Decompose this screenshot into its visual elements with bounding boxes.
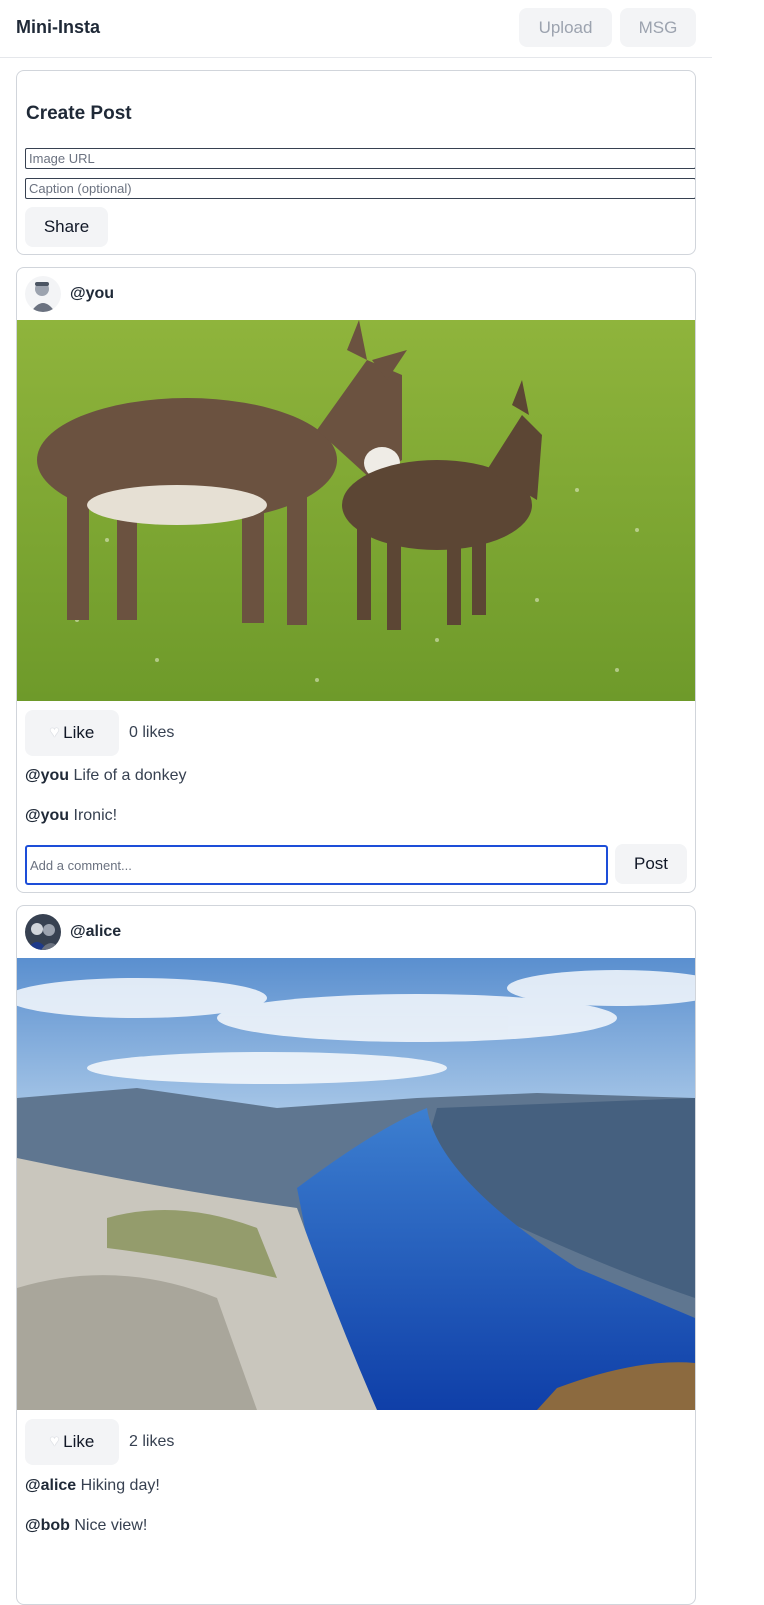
post-card: @alice ♥ Like 2 likes @alice Hiking day!… [16,905,696,1605]
comment: @you Life of a donkey [25,767,186,785]
comment-author[interactable]: @you [25,807,69,824]
caption-input[interactable]: Caption (optional) [25,178,695,199]
top-bar: Mini-Insta Upload MSG [0,0,712,58]
like-button[interactable]: ♥ Like [25,710,119,756]
create-post-card: Create Post Image URL Caption (optional)… [16,70,696,255]
likes-count: 2 likes [129,1433,175,1450]
comment-input[interactable]: Add a comment... [25,845,608,885]
comment-author[interactable]: @alice [25,1477,76,1494]
upload-button[interactable]: Upload [519,8,612,47]
comment-text: Nice view! [74,1517,148,1534]
user-avatar-icon[interactable] [25,914,61,950]
donkey-photo[interactable] [17,320,695,701]
comment-author[interactable]: @bob [25,1517,70,1534]
image-url-input[interactable]: Image URL [25,148,695,169]
comment-text: Life of a donkey [73,767,187,784]
post-comment-button[interactable]: Post [615,844,687,884]
post-username[interactable]: @alice [70,923,121,941]
heart-icon: ♥ [49,1433,60,1450]
post-actions: ♥ Like 0 likes [25,710,174,756]
user-avatar-icon[interactable] [25,276,61,312]
like-label: Like [63,1432,95,1451]
app-title: Mini-Insta [16,17,100,37]
post-actions: ♥ Like 2 likes [25,1419,174,1465]
comment: @alice Hiking day! [25,1477,160,1495]
comment-text: Ironic! [73,807,118,824]
post-username[interactable]: @you [70,285,114,303]
post-header: @alice [25,914,121,950]
comment-author[interactable]: @you [25,767,69,784]
post-card: @you ♥ Like 0 likes @you Life of a donke… [16,267,696,893]
share-button[interactable]: Share [25,207,108,247]
create-post-heading: Create Post [26,103,132,124]
fjord-photo[interactable] [17,958,695,1410]
comment: @bob Nice view! [25,1517,147,1535]
heart-icon: ♥ [49,724,60,741]
likes-count: 0 likes [129,724,175,741]
comment: @you Ironic! [25,807,117,825]
like-button[interactable]: ♥ Like [25,1419,119,1465]
comment-text: Hiking day! [80,1477,160,1494]
post-header: @you [25,276,114,312]
msg-button[interactable]: MSG [620,8,696,47]
like-label: Like [63,723,95,742]
